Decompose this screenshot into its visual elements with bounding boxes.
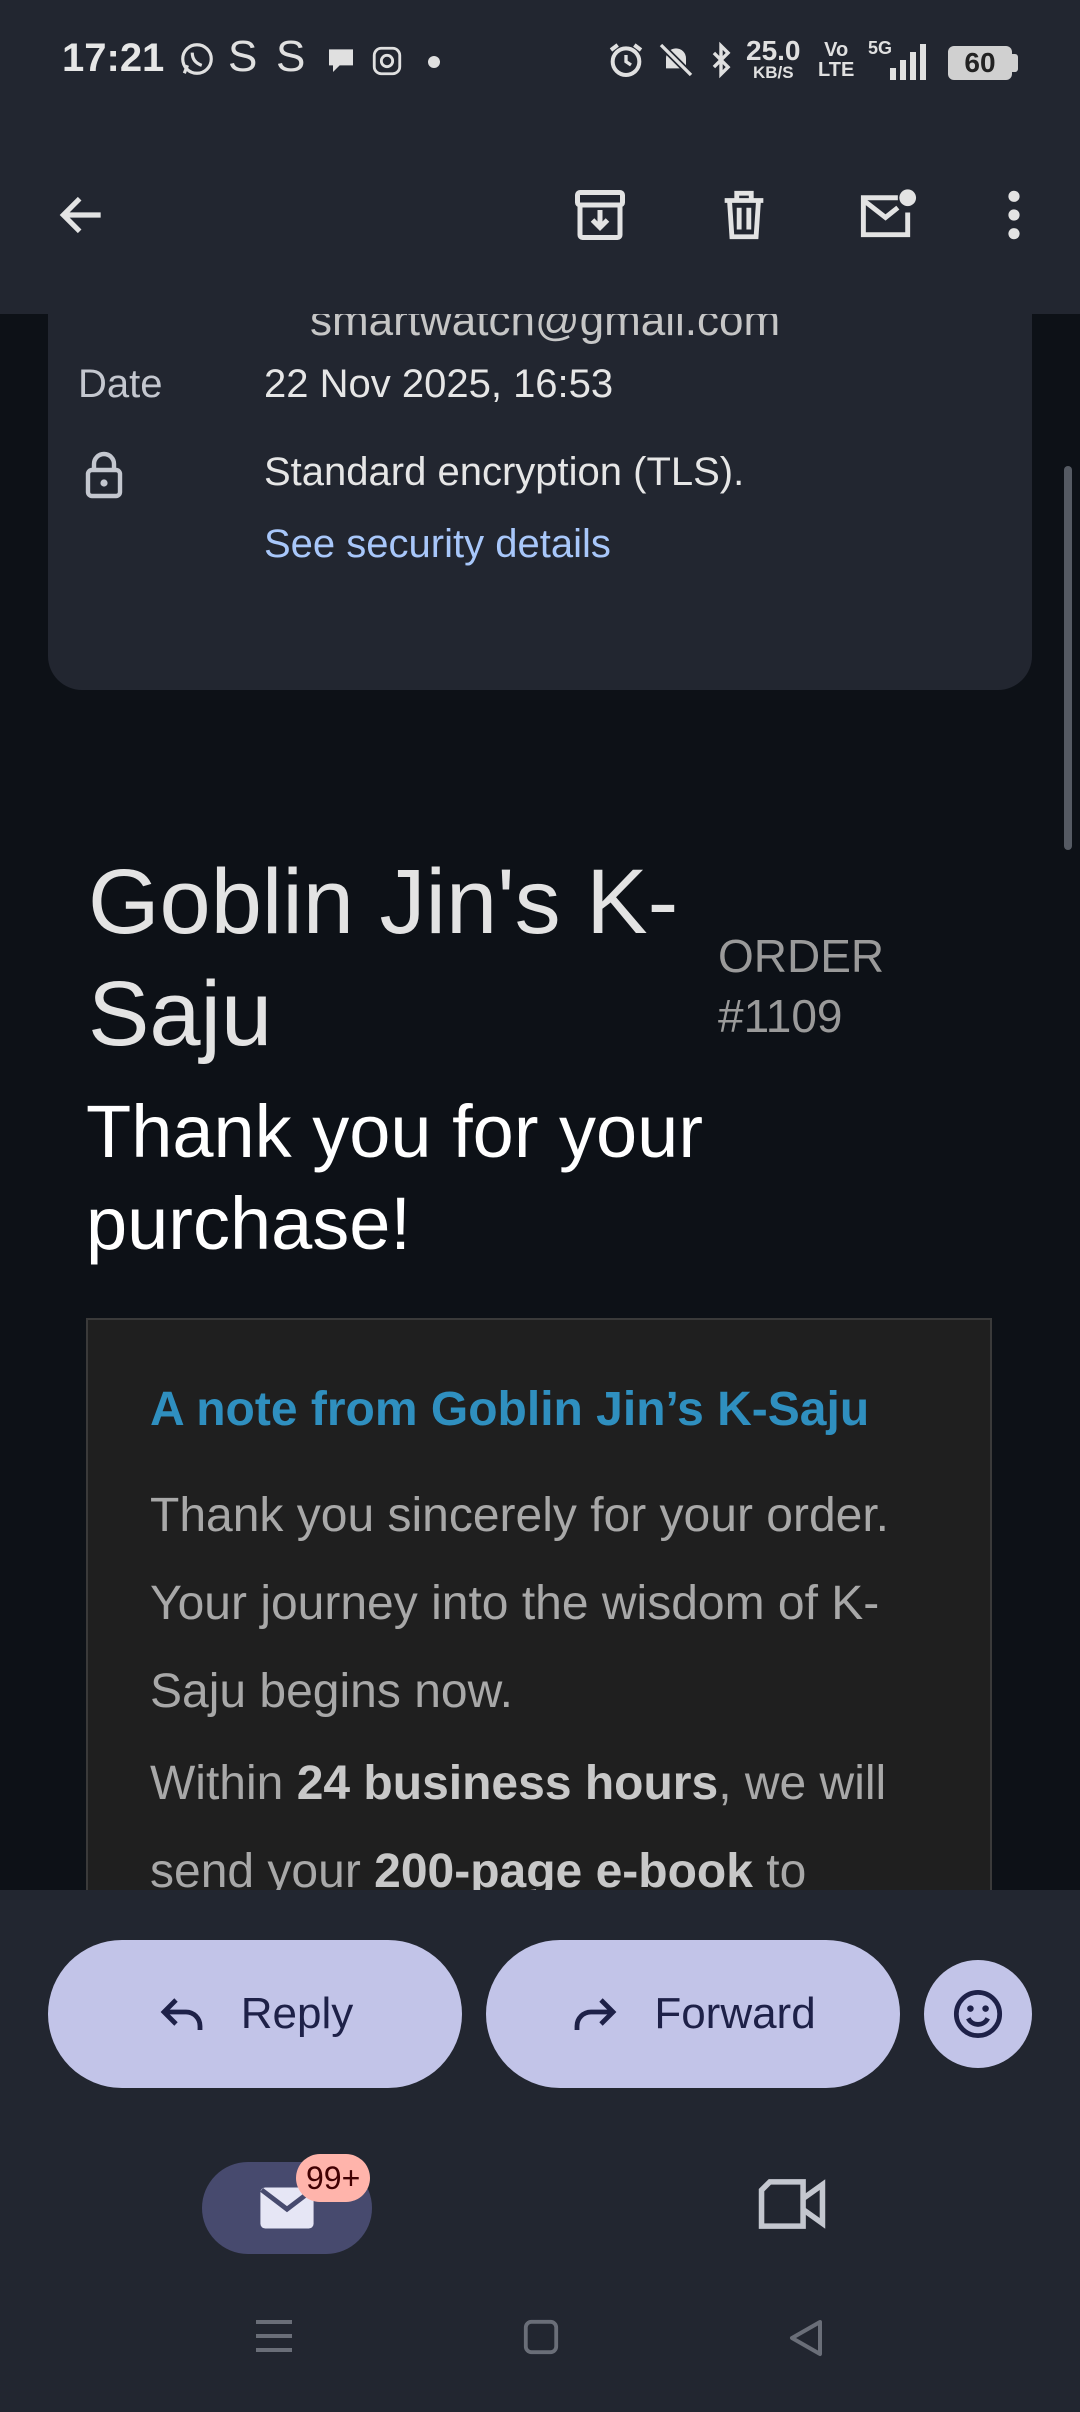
home-button[interactable]: [522, 2318, 560, 2361]
note-paragraph: Thank you sincerely for your order. Your…: [150, 1489, 890, 1718]
s-app-icon: S: [228, 32, 258, 81]
delete-icon: [724, 190, 764, 240]
back-triangle-icon: [790, 2320, 822, 2356]
lock-icon: [85, 451, 123, 499]
scrollbar[interactable]: [1064, 466, 1072, 850]
archive-icon: [575, 190, 625, 240]
reply-icon: [160, 1998, 203, 2030]
recipient-email-partial: smartwatch@gmail.com: [310, 314, 781, 345]
signal-icon: [890, 44, 926, 80]
more-options-button[interactable]: [974, 175, 1054, 255]
date-label: Date: [78, 362, 163, 406]
message-details-card: smartwatch@gmail.com Date 22 Nov 2025, 1…: [48, 314, 1032, 690]
s-app-icon-2: S: [276, 32, 306, 81]
back-arrow-icon: [59, 196, 101, 234]
volte-indicator: Vo LTE: [818, 39, 855, 81]
forward-button[interactable]: Forward: [486, 1940, 900, 2088]
unread-count-badge: 99+: [296, 2154, 371, 2202]
net-speed: 25.0 KB/S: [746, 35, 801, 82]
encryption-text: Standard encryption (TLS).: [264, 450, 745, 494]
forward-icon: [574, 1998, 617, 2030]
date-value: 22 Nov 2025, 16:53: [264, 362, 614, 406]
battery-indicator: 60: [948, 46, 1012, 80]
archive-button[interactable]: [560, 175, 640, 255]
status-time: 17:21: [62, 36, 165, 80]
alarm-icon: [609, 43, 643, 77]
mute-icon: [658, 42, 694, 78]
emoji-icon: [953, 1989, 1003, 2039]
shop-title: Goblin Jin's K-Saju: [88, 851, 679, 1065]
recent-apps-button[interactable]: [254, 2318, 294, 2359]
top-app-bar: 17:21 S S 25.0 KB/S Vo LTE 5G 60: [0, 0, 1080, 314]
reply-label: Reply: [240, 1989, 354, 2038]
thank-you-heading: Thank you for your purchase!: [86, 1090, 703, 1265]
mark-unread-icon: [860, 189, 917, 238]
note-box: A note from Goblin Jin’s K-Saju Thank yo…: [86, 1318, 992, 1938]
mark-unread-button[interactable]: [848, 175, 928, 255]
emoji-reaction-button[interactable]: [924, 1960, 1032, 2068]
whatsapp-icon: [181, 43, 213, 75]
notification-dot-icon: [428, 56, 440, 68]
home-square-icon: [523, 2319, 559, 2355]
reply-button[interactable]: Reply: [48, 1940, 462, 2088]
forward-label: Forward: [654, 1989, 816, 2038]
security-details-link[interactable]: See security details: [264, 522, 611, 567]
bluetooth-icon: [712, 41, 731, 79]
system-back-button[interactable]: [786, 2318, 826, 2363]
instagram-icon: [372, 46, 402, 76]
meet-tab[interactable]: [756, 2176, 828, 2237]
note-heading: A note from Goblin Jin’s K-Saju: [150, 1383, 870, 1436]
video-camera-icon: [758, 2179, 826, 2229]
back-button[interactable]: [42, 175, 122, 255]
bottom-navigation: [0, 2136, 1080, 2412]
order-number: ORDER #1109: [718, 930, 885, 1042]
delete-button[interactable]: [704, 175, 784, 255]
battery-tip: [1012, 54, 1018, 72]
more-vert-icon: [1008, 190, 1020, 240]
chat-icon: [329, 49, 353, 72]
menu-lines-icon: [256, 2320, 292, 2352]
